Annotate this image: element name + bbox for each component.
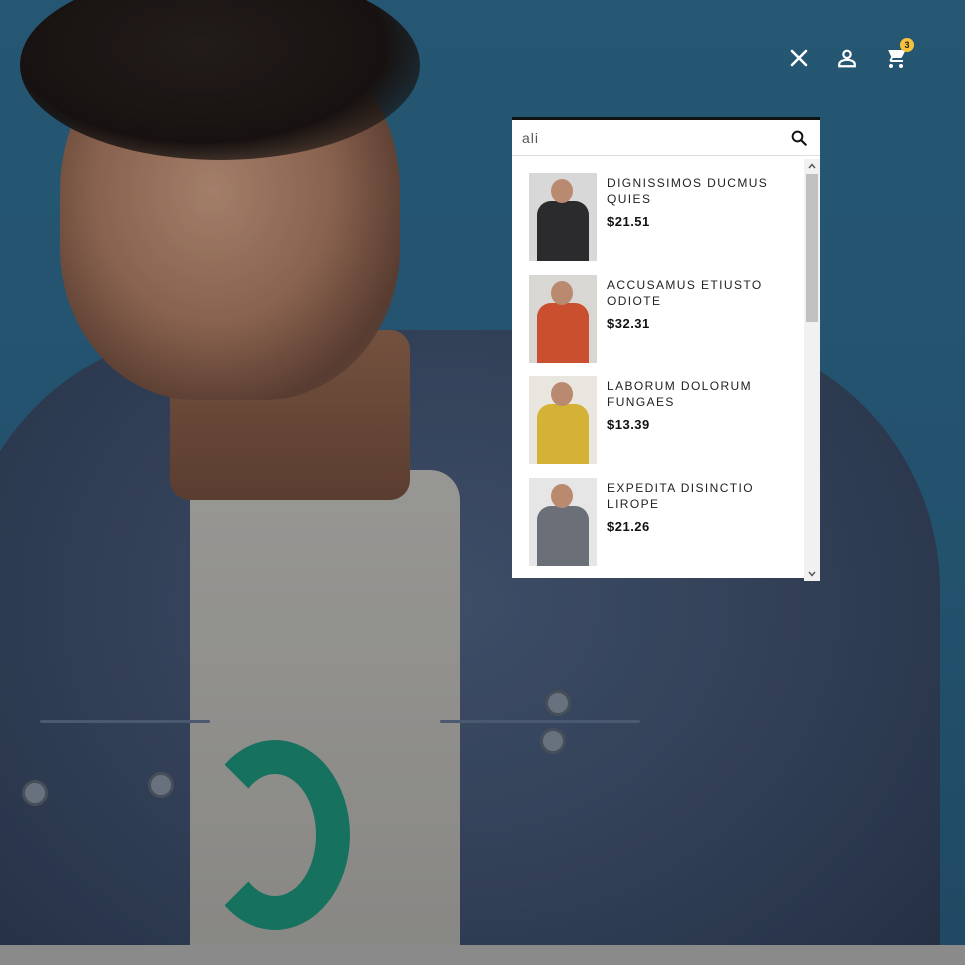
product-price: $32.31 bbox=[607, 315, 650, 331]
results-scrollbar[interactable] bbox=[804, 159, 820, 581]
product-thumbnail-body bbox=[537, 505, 589, 566]
product-thumbnail[interactable] bbox=[529, 376, 597, 464]
cart-count-badge: 3 bbox=[900, 38, 914, 52]
scroll-up-arrow[interactable] bbox=[804, 159, 820, 173]
product-thumbnail-body bbox=[537, 201, 589, 261]
product-info: EXPEDITA DISINCTIO LIROPE $21.26 bbox=[597, 478, 777, 566]
product-thumbnail-head bbox=[551, 382, 573, 406]
product-info: LABORUM DOLORUM FUNGAES $13.39 bbox=[597, 376, 777, 464]
header-icons: 3 bbox=[786, 38, 914, 72]
product-thumbnail[interactable] bbox=[529, 477, 597, 566]
search-result-item[interactable]: ACCUSAMUS ETIUSTO ODIOTE $32.31 bbox=[512, 261, 804, 363]
product-name[interactable]: LABORUM DOLORUM FUNGAES bbox=[607, 378, 777, 410]
search-results-list: DIGNISSIMOS DUCMUS QUIES $21.51 ACCUSAMUS … bbox=[512, 159, 804, 581]
search-bar bbox=[512, 120, 820, 156]
search-button[interactable] bbox=[788, 127, 810, 149]
account-icon[interactable] bbox=[834, 44, 860, 72]
product-thumbnail-body bbox=[537, 302, 589, 363]
product-name[interactable]: EXPEDITA DISINCTIO LIROPE bbox=[607, 480, 777, 512]
product-thumbnail-body bbox=[537, 404, 589, 464]
product-price: $21.51 bbox=[607, 214, 650, 229]
search-overlay[interactable] bbox=[0, 0, 965, 945]
search-result-item[interactable]: LABORUM DOLORUM FUNGAES $13.39 bbox=[512, 362, 804, 464]
search-panel: DIGNISSIMOS DUCMUS QUIES $21.51 ACCUSAMUS … bbox=[512, 117, 820, 581]
product-price: $21.26 bbox=[607, 518, 650, 534]
scroll-thumb[interactable] bbox=[806, 174, 818, 322]
cart-icon[interactable]: 3 bbox=[882, 38, 914, 72]
product-thumbnail[interactable] bbox=[529, 274, 597, 363]
product-name[interactable]: DIGNISSIMOS DUCMUS QUIES bbox=[607, 175, 777, 207]
product-price: $13.39 bbox=[607, 417, 650, 432]
bottom-bar bbox=[0, 945, 965, 965]
product-thumbnail-head bbox=[551, 179, 573, 203]
scroll-down-arrow[interactable] bbox=[804, 567, 820, 581]
product-info: DIGNISSIMOS DUCMUS QUIES $21.51 bbox=[597, 173, 777, 261]
product-thumbnail-head bbox=[551, 483, 573, 508]
search-result-item[interactable]: DIGNISSIMOS DUCMUS QUIES $21.51 bbox=[512, 159, 804, 261]
product-info: ACCUSAMUS ETIUSTO ODIOTE $32.31 bbox=[597, 275, 777, 363]
search-input[interactable] bbox=[522, 129, 788, 146]
product-thumbnail[interactable] bbox=[529, 173, 597, 261]
close-icon[interactable] bbox=[786, 44, 812, 72]
search-icon bbox=[791, 130, 807, 146]
product-thumbnail-head bbox=[551, 280, 573, 305]
product-name[interactable]: ACCUSAMUS ETIUSTO ODIOTE bbox=[607, 277, 777, 309]
search-result-item[interactable]: EXPEDITA DISINCTIO LIROPE $21.26 bbox=[512, 464, 804, 566]
